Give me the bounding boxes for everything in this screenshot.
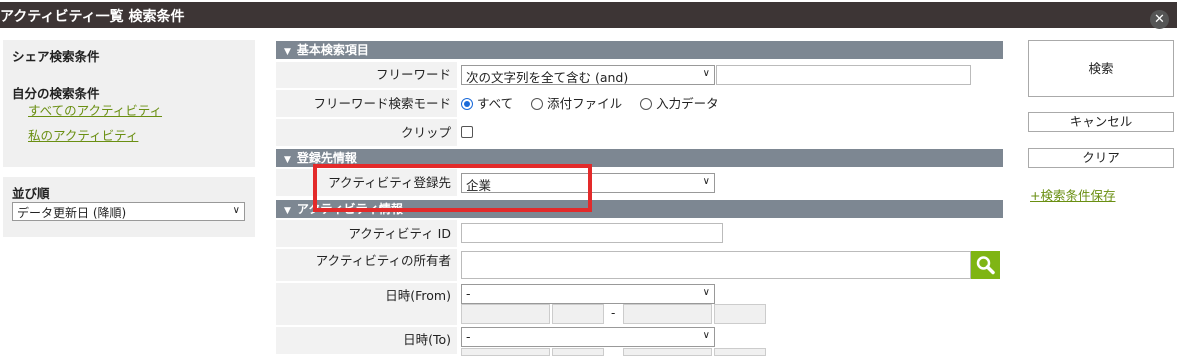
from-hour-input[interactable]: [623, 304, 712, 324]
clip-row: [459, 119, 1003, 146]
freeword-mode-select[interactable]: 次の文字列を全て含む (and) ∨: [461, 65, 715, 85]
radio-all-label: すべて: [477, 96, 514, 111]
chevron-down-icon: ∨: [702, 68, 710, 79]
title-bar: アクティビティ一覧 検索条件 ✕: [0, 0, 1177, 29]
freeword-mode-value: 次の文字列を全て含む (and): [466, 70, 629, 85]
radio-icon: [640, 98, 653, 110]
sort-label: 並び順: [12, 186, 50, 201]
activity-id-input[interactable]: [461, 223, 723, 243]
search-mode-row: すべて 添付ファイル 入力データ: [459, 90, 1003, 117]
collapse-triangle-icon: ▼: [284, 206, 291, 216]
owner-input[interactable]: [461, 251, 971, 279]
radio-icon: [531, 98, 544, 110]
owner-search-button[interactable]: [971, 251, 1000, 279]
radio-input-data-label: 入力データ: [656, 96, 719, 111]
from-label: 日時(From): [276, 283, 457, 325]
radio-attachment[interactable]: 添付ファイル: [531, 96, 622, 111]
window-title: アクティビティ一覧 検索条件: [0, 9, 185, 25]
from-select[interactable]: - ∨: [461, 284, 715, 304]
link-my-activities[interactable]: 私のアクティビティ: [28, 125, 138, 144]
to-hour-input[interactable]: [623, 348, 712, 356]
clear-button[interactable]: クリア: [1028, 148, 1174, 168]
link-all-activities[interactable]: すべてのアクティビティ: [28, 100, 162, 119]
search-button[interactable]: 検索: [1028, 40, 1174, 97]
radio-all[interactable]: すべて: [461, 96, 513, 111]
clip-label: クリップ: [276, 119, 457, 146]
highlight-box: [313, 164, 592, 212]
close-icon[interactable]: ✕: [1150, 10, 1169, 29]
collapse-triangle-icon: ▼: [284, 155, 291, 165]
to-minute-input[interactable]: [714, 348, 766, 356]
shared-conditions-heading: シェア検索条件: [12, 49, 100, 64]
save-conditions-link[interactable]: +検索条件保存: [1030, 185, 1115, 204]
chevron-down-icon: ∨: [232, 205, 240, 216]
sort-select-value: データ更新日 (降順): [17, 206, 127, 220]
chevron-down-icon: ∨: [702, 330, 710, 341]
to-value: -: [466, 329, 471, 344]
section-registration-title: 登録先情報: [296, 151, 357, 165]
to-label: 日時(To): [276, 327, 457, 354]
section-basic-header[interactable]: ▼ 基本検索項目: [276, 41, 1003, 59]
freeword-input[interactable]: [716, 65, 971, 85]
activity-id-label: アクティビティ ID: [276, 220, 457, 247]
from-minute-input[interactable]: [714, 304, 766, 324]
to-month-input[interactable]: [552, 348, 604, 356]
sort-select[interactable]: データ更新日 (降順) ∨: [12, 202, 245, 221]
search-icon: [976, 256, 995, 275]
radio-input-data[interactable]: 入力データ: [640, 96, 719, 111]
cancel-button[interactable]: キャンセル: [1028, 112, 1174, 132]
date-separator: -: [611, 306, 616, 320]
freeword-search-mode-label: フリーワード検索モード: [276, 90, 457, 117]
from-year-input[interactable]: [461, 304, 550, 324]
from-value: -: [466, 286, 471, 301]
radio-icon: [461, 98, 473, 110]
collapse-triangle-icon: ▼: [284, 47, 291, 57]
saved-conditions-panel: シェア検索条件 自分の検索条件 すべてのアクティビティ 私のアクティビティ: [3, 40, 255, 167]
sort-panel: 並び順 データ更新日 (降順) ∨: [3, 177, 255, 237]
from-month-input[interactable]: [552, 304, 604, 324]
chevron-down-icon: ∨: [702, 287, 710, 298]
section-basic-title: 基本検索項目: [296, 43, 369, 57]
chevron-down-icon: ∨: [702, 176, 710, 187]
clip-checkbox[interactable]: [461, 126, 473, 138]
to-year-input[interactable]: [461, 348, 550, 356]
freeword-label: フリーワード: [276, 62, 457, 88]
owner-label: アクティビティの所有者: [276, 249, 457, 281]
to-select[interactable]: - ∨: [461, 327, 715, 347]
radio-attachment-label: 添付ファイル: [547, 96, 623, 111]
